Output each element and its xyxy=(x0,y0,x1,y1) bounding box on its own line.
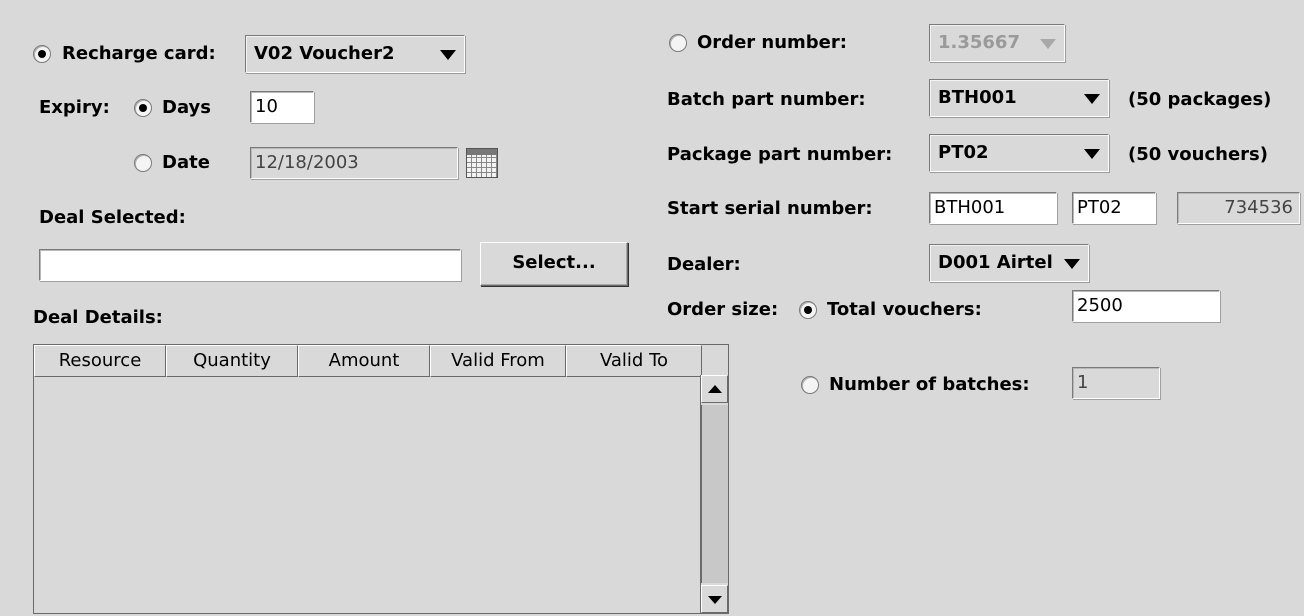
chevron-down-icon xyxy=(440,50,456,60)
vertical-scrollbar[interactable] xyxy=(700,375,728,613)
start-serial-number-input[interactable]: 734536 xyxy=(1177,192,1300,224)
deal-details-label: Deal Details: xyxy=(33,307,163,328)
expiry-date-label: Date xyxy=(162,152,210,173)
chevron-down-icon xyxy=(1040,39,1056,49)
dealer-combo[interactable]: D001 Airtel xyxy=(929,244,1089,282)
dealer-label: Dealer: xyxy=(667,254,741,275)
start-serial-label: Start serial number: xyxy=(667,198,873,219)
total-vouchers-radio[interactable] xyxy=(799,301,817,319)
column-header-amount[interactable]: Amount xyxy=(298,345,430,377)
number-of-batches-radio[interactable] xyxy=(801,376,819,394)
number-of-batches-input[interactable]: 1 xyxy=(1072,367,1160,399)
chevron-down-icon xyxy=(1084,94,1100,104)
package-part-note: (50 vouchers) xyxy=(1128,144,1268,165)
calendar-icon[interactable] xyxy=(466,148,498,178)
column-header-quantity[interactable]: Quantity xyxy=(166,345,298,377)
deal-selected-label: Deal Selected: xyxy=(39,207,186,228)
expiry-days-input[interactable]: 10 xyxy=(250,91,314,123)
expiry-date-radio[interactable] xyxy=(134,154,152,172)
order-number-value: 1.35667 xyxy=(938,32,1020,53)
order-number-radio[interactable] xyxy=(669,34,687,52)
recharge-card-combo[interactable]: V02 Voucher2 xyxy=(245,35,465,73)
package-part-label: Package part number: xyxy=(667,144,893,165)
batch-part-value: BTH001 xyxy=(938,87,1017,108)
batch-part-combo[interactable]: BTH001 xyxy=(929,79,1109,117)
recharge-card-value: V02 Voucher2 xyxy=(254,43,395,64)
order-size-label: Order size: xyxy=(667,299,779,320)
batch-part-note: (50 packages) xyxy=(1128,89,1272,110)
column-header-resource[interactable]: Resource xyxy=(34,345,166,377)
start-serial-package-input[interactable]: PT02 xyxy=(1072,192,1156,224)
deal-details-table[interactable]: Resource Quantity Amount Valid From Vali… xyxy=(33,344,729,614)
column-header-valid-from[interactable]: Valid From xyxy=(430,345,566,377)
recharge-card-radio[interactable] xyxy=(33,45,51,63)
chevron-down-icon xyxy=(1084,149,1100,159)
scroll-track[interactable] xyxy=(701,405,728,583)
total-vouchers-label: Total vouchers: xyxy=(827,299,982,320)
deal-selected-input[interactable] xyxy=(39,249,461,281)
deal-details-header: Resource Quantity Amount Valid From Vali… xyxy=(34,345,702,377)
select-deal-button[interactable]: Select... xyxy=(480,242,628,286)
order-number-combo[interactable]: 1.35667 xyxy=(929,24,1065,62)
order-number-label: Order number: xyxy=(697,32,847,53)
dealer-value: D001 Airtel xyxy=(938,252,1053,273)
expiry-days-radio[interactable] xyxy=(134,99,152,117)
recharge-card-label: Recharge card: xyxy=(62,43,216,64)
number-of-batches-label: Number of batches: xyxy=(829,374,1030,395)
expiry-date-input[interactable]: 12/18/2003 xyxy=(250,147,458,179)
total-vouchers-input[interactable]: 2500 xyxy=(1072,290,1220,322)
batch-part-label: Batch part number: xyxy=(667,89,866,110)
start-serial-batch-input[interactable]: BTH001 xyxy=(929,192,1057,224)
arrow-down-icon[interactable] xyxy=(701,585,728,613)
chevron-down-icon xyxy=(1064,259,1080,269)
column-header-valid-to[interactable]: Valid To xyxy=(566,345,702,377)
expiry-label: Expiry: xyxy=(39,97,110,118)
expiry-days-label: Days xyxy=(162,97,211,118)
package-part-value: PT02 xyxy=(938,142,989,163)
arrow-up-icon[interactable] xyxy=(701,375,728,403)
package-part-combo[interactable]: PT02 xyxy=(929,134,1109,172)
